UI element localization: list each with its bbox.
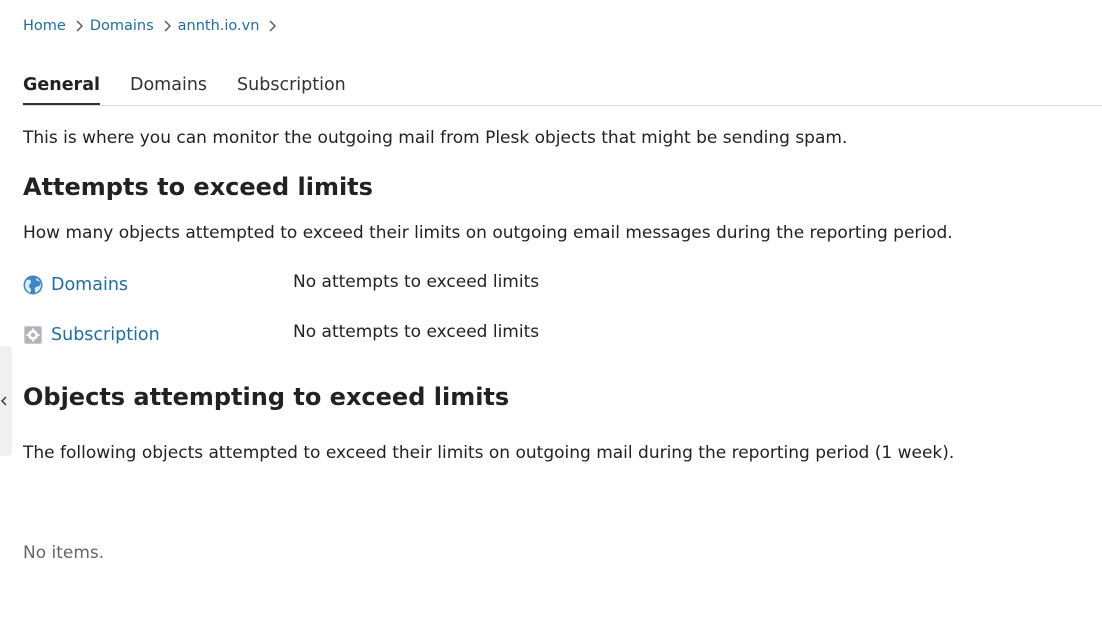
subscription-gear-icon — [23, 325, 43, 345]
breadcrumb-domains-link[interactable]: Domains — [90, 16, 154, 36]
tab-general[interactable]: General — [23, 72, 100, 105]
subscription-link[interactable]: Subscription — [23, 323, 160, 347]
tab-bar: General Domains Subscription — [23, 72, 1102, 106]
domains-link-label: Domains — [51, 275, 129, 295]
objects-section-title: Objects attempting to exceed limits — [23, 383, 510, 411]
breadcrumb: Home Domains annth.io.vn — [23, 16, 283, 36]
chevron-right-icon — [161, 19, 174, 33]
domains-attempts-value: No attempts to exceed limits — [293, 272, 540, 292]
tab-domains[interactable]: Domains — [130, 72, 207, 103]
globe-icon — [23, 275, 43, 295]
attempts-row-domains: Domains No attempts to exceed limits — [23, 271, 583, 297]
attempts-section-description: How many objects attempted to exceed the… — [23, 223, 953, 243]
chevron-right-icon — [266, 19, 279, 33]
objects-section-description: The following objects attempted to excee… — [23, 443, 955, 463]
side-panel-toggle[interactable] — [0, 346, 12, 456]
attempts-row-subscription: Subscription No attempts to exceed limit… — [23, 321, 583, 347]
attempts-section-title: Attempts to exceed limits — [23, 173, 373, 201]
subscription-attempts-value: No attempts to exceed limits — [293, 322, 540, 342]
chevron-left-icon — [1, 396, 7, 406]
chevron-right-icon — [73, 19, 86, 33]
intro-text: This is where you can monitor the outgoi… — [23, 128, 848, 148]
subscription-link-label: Subscription — [51, 325, 160, 345]
breadcrumb-home-link[interactable]: Home — [23, 16, 66, 36]
empty-list-message: No items. — [23, 543, 105, 563]
page: Home Domains annth.io.vn General Domains… — [0, 0, 1102, 633]
tab-subscription[interactable]: Subscription — [237, 72, 346, 103]
breadcrumb-domain-link[interactable]: annth.io.vn — [178, 16, 260, 36]
domains-link[interactable]: Domains — [23, 273, 128, 297]
